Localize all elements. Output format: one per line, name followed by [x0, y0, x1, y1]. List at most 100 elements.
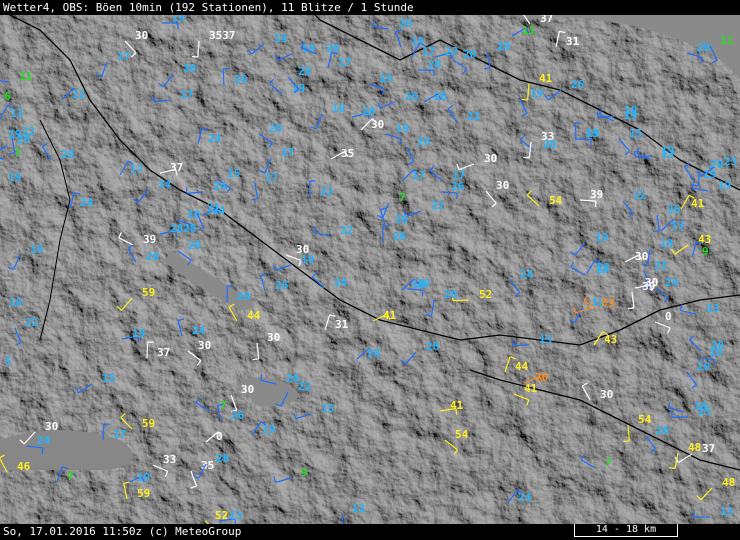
wind-barb-icon	[280, 391, 289, 407]
wind-barb-flag-icon	[523, 156, 530, 159]
station-obs: 11	[511, 24, 536, 37]
gust-value: 30	[635, 250, 648, 263]
station-obs: 13	[0, 104, 23, 120]
gust-value: 30	[371, 118, 384, 131]
gust-value: 30	[600, 388, 613, 401]
station-obs: 7	[56, 466, 74, 483]
gust-value: 44	[515, 360, 529, 373]
gust-value: 19	[332, 102, 345, 115]
wind-barb-icon	[312, 276, 325, 289]
gust-value: 35	[341, 147, 354, 160]
wind-barb-icon	[187, 350, 202, 362]
wind-barb-icon	[190, 470, 198, 487]
station-obs: 59	[116, 286, 155, 311]
wind-barb-icon	[654, 287, 669, 298]
gust-value: 41	[450, 399, 464, 412]
wind-barb-icon	[519, 98, 528, 114]
station-obs: 17	[95, 50, 130, 78]
wind-barb-flag-icon	[228, 303, 235, 308]
gust-value: 22	[25, 316, 38, 329]
wind-barb-flag-icon	[62, 466, 69, 470]
wind-barb-flag-icon	[462, 68, 468, 74]
wind-barb-icon	[314, 232, 331, 237]
station-obs: 30	[252, 331, 280, 361]
wind-barb-flag-icon	[509, 356, 516, 360]
gust-value: 13	[229, 509, 242, 522]
gust-value: 7	[399, 191, 406, 204]
station-obs: 26	[377, 90, 419, 109]
wind-barb-icon	[119, 160, 129, 176]
gust-value: 21	[207, 201, 221, 214]
gust-value: 22	[340, 224, 353, 237]
station-obs: 26	[222, 68, 248, 86]
wind-barb-icon	[0, 457, 8, 473]
gust-value: 37	[702, 442, 715, 455]
wind-barb-icon	[429, 169, 443, 182]
station-obs: 59	[123, 481, 150, 500]
wind-barb-icon	[689, 339, 702, 352]
wind-barb-flag-icon	[372, 20, 375, 27]
gust-value: 46	[17, 460, 31, 473]
gust-value: 10	[301, 253, 314, 266]
wind-barb-flag-icon	[293, 412, 297, 419]
station-obs: 28	[395, 29, 424, 48]
gust-value: 15	[227, 167, 240, 180]
gust-value: 20	[697, 360, 710, 373]
gust-value: 52	[479, 288, 492, 301]
wind-barb-flag-icon	[152, 95, 155, 103]
gust-value: 24	[80, 196, 94, 209]
gust-value: 24	[518, 491, 532, 504]
gust-value: 26	[656, 424, 670, 437]
wind-barb-flag-icon	[628, 212, 634, 218]
station-obs: 19	[8, 171, 21, 184]
wind-barb-icon	[23, 431, 36, 445]
wind-barb-icon	[580, 459, 596, 469]
gust-value: 13	[352, 502, 365, 515]
station-obs: 30	[624, 250, 648, 263]
gust-value: 0	[665, 310, 672, 323]
gust-value: 7	[14, 147, 21, 160]
wind-barb-flag-icon	[275, 403, 282, 407]
wind-barb-icon	[187, 191, 204, 194]
station-obs: 24	[197, 127, 222, 145]
station-obs: 22	[586, 258, 610, 274]
gust-value: 26	[395, 213, 409, 226]
station-obs: 17	[327, 51, 351, 69]
wind-barb-flag-icon	[559, 30, 566, 34]
gust-value: 22	[633, 189, 646, 202]
gust-value: 6	[4, 90, 11, 103]
station-obs: 35	[190, 459, 214, 489]
wind-barb-icon	[222, 68, 225, 86]
wind-barb-icon	[197, 128, 203, 145]
wind-barb-icon	[504, 356, 511, 373]
gust-value: 17	[281, 146, 294, 159]
wind-barb-icon	[14, 327, 22, 344]
station-obs: 26	[423, 90, 448, 103]
gust-value: 13	[585, 127, 598, 140]
gust-value: 37	[157, 346, 170, 359]
gust-value: 20	[444, 288, 457, 301]
wind-barb-icon	[680, 194, 690, 210]
gust-value: 20	[362, 105, 375, 118]
gust-value: 30	[267, 331, 280, 344]
gust-value: 26	[571, 78, 585, 91]
wind-barb-icon	[686, 371, 698, 386]
wind-barb-icon	[275, 477, 292, 483]
wind-barb-flag-icon	[123, 481, 130, 484]
gust-value: 19	[9, 296, 22, 309]
gust-value: 8	[601, 296, 608, 309]
wind-barb-icon	[256, 342, 260, 359]
gust-value: 54	[549, 194, 563, 207]
gust-value: 23	[724, 155, 737, 168]
station-obs: 19	[368, 72, 392, 95]
station-obs: 20	[158, 62, 196, 88]
wind-barb-icon	[574, 122, 577, 140]
gust-value: 26	[667, 203, 681, 216]
station-obs: 24	[185, 180, 227, 194]
gust-value: 11	[522, 24, 536, 37]
wind-barb-flag-icon	[190, 485, 197, 489]
gust-value: 7	[220, 399, 227, 412]
gust-value: 39	[642, 280, 655, 293]
gust-value: 26	[451, 180, 465, 193]
station-obs: 15	[74, 372, 115, 394]
